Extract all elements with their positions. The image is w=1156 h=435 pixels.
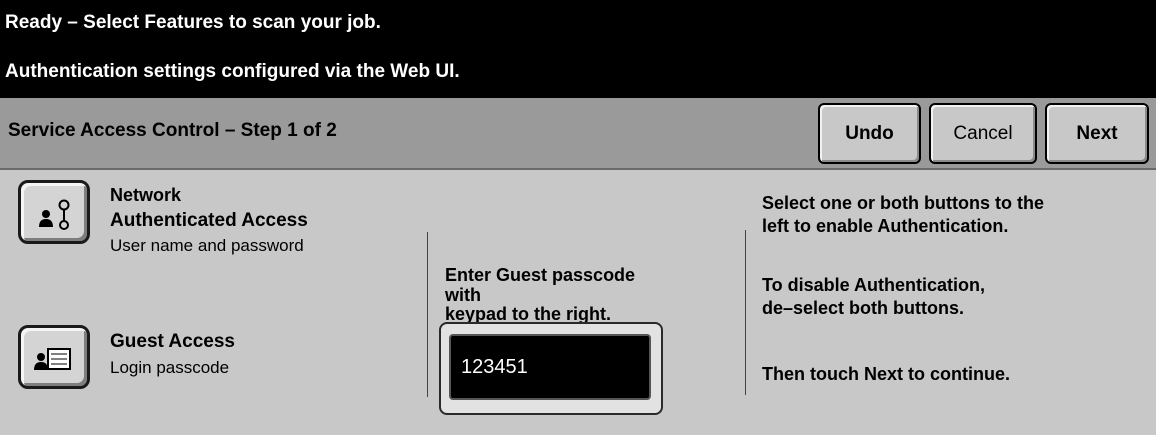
guest-access-button[interactable] [18,325,90,389]
page-title: Service Access Control – Step 1 of 2 [8,120,337,141]
left-divider [427,232,428,397]
network-access-title-2: Authenticated Access [110,210,308,231]
instruction-line-1: Select one or both buttons to the [762,193,1044,213]
instruction-line-3: To disable Authentication, [762,275,986,295]
status-detail: Authentication settings configured via t… [5,61,460,82]
passcode-field[interactable]: 123451 [449,334,651,400]
cancel-button[interactable]: Cancel [929,103,1037,164]
right-divider [745,230,746,395]
instruction-line-5: Then touch Next to continue. [762,364,1010,384]
undo-button[interactable]: Undo [818,103,921,164]
network-access-button[interactable] [18,180,90,244]
user-key-icon [39,199,70,230]
passcode-prompt-2: with [445,285,481,305]
guest-access-title: Guest Access [110,331,235,352]
instruction-line-4: de–select both buttons. [762,298,965,318]
status-message: Ready – Select Features to scan your job… [5,12,381,33]
passcode-frame: 123451 [439,322,663,415]
network-access-subtitle: User name and password [110,236,304,255]
user-card-icon [34,348,71,370]
passcode-prompt-1: Enter Guest passcode [445,265,636,285]
network-access-title-1: Network [110,185,182,205]
scan-screen: Ready – Select Features to scan your job… [0,0,1156,435]
guest-access-subtitle: Login passcode [110,358,230,377]
status-bar: Ready – Select Features to scan your job… [0,0,1156,98]
header-bar: Service Access Control – Step 1 of 2 Und… [0,98,1156,170]
next-button[interactable]: Next [1045,103,1149,164]
instruction-line-2: left to enable Authentication. [762,216,1009,236]
